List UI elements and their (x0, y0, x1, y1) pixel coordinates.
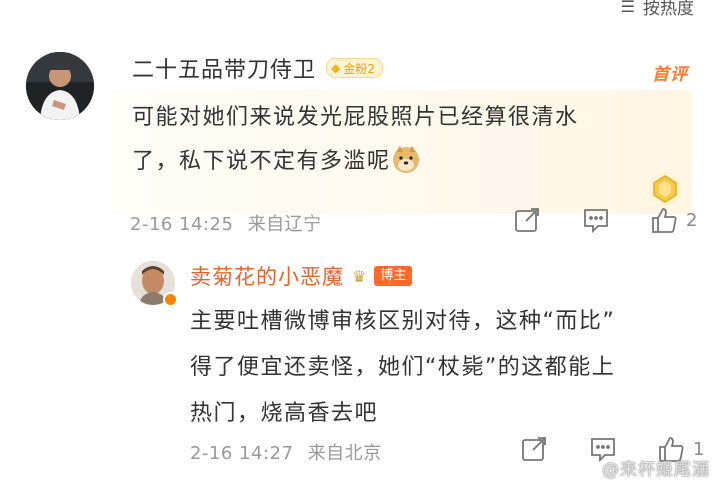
avatar[interactable] (26, 52, 94, 120)
diamond-icon: ◆ (331, 61, 341, 75)
sort-label: 按热度 (643, 0, 694, 19)
comment-header: 二十五品带刀侍卫 ◆ 金粉2 (132, 52, 383, 84)
sort-control[interactable]: ☰ 按热度 (621, 0, 694, 19)
reply-icon[interactable] (582, 207, 612, 233)
comment-text: 可能对她们来说发光屁股照片已经算很清水 了，私下说不定有多滥呢 (132, 105, 579, 174)
first-comment-badge: 首评 (652, 65, 688, 85)
share-icon[interactable] (514, 207, 544, 233)
like-count: 2 (686, 209, 698, 231)
comment-actions: 2 (514, 206, 697, 234)
verified-badge-icon (163, 292, 178, 307)
reply-meta: 2-16 14:27 来自北京 (190, 439, 382, 465)
username[interactable]: 卖菊花的小恶魔 (190, 261, 344, 291)
like-button[interactable]: 2 (650, 206, 697, 234)
username[interactable]: 二十五品带刀侍卫 (132, 52, 316, 84)
fan-badge[interactable]: ◆ 金粉2 (326, 58, 383, 78)
timestamp: 2-16 14:27 (190, 443, 294, 464)
doge-emoji-icon (392, 146, 419, 173)
reply-text: 主要吐槽微博审核区别对待，这种“而比” 得了便宜还卖怪，她们“杖毙”的这都能上 … (190, 309, 616, 426)
medal-icon (648, 172, 682, 206)
timestamp: 2-16 14:25 (130, 214, 234, 235)
thumbs-up-icon (652, 208, 677, 233)
host-badge: 博主 (374, 266, 413, 286)
crown-icon: ♛ (352, 266, 367, 286)
share-icon[interactable] (521, 436, 551, 462)
sort-lines-icon: ☰ (620, 0, 635, 16)
reply-header: 卖菊花的小恶魔 ♛ 博主 (190, 261, 413, 291)
watermark: @来杯姬尾酒 (602, 460, 710, 480)
location: 来自辽宁 (247, 214, 322, 235)
comment-meta: 2-16 14:25 来自辽宁 (130, 210, 322, 236)
comment-content: 可能对她们来说发光屁股照片已经算很清水 了，私下说不定有多滥呢 (112, 90, 692, 214)
location: 来自北京 (307, 443, 382, 464)
